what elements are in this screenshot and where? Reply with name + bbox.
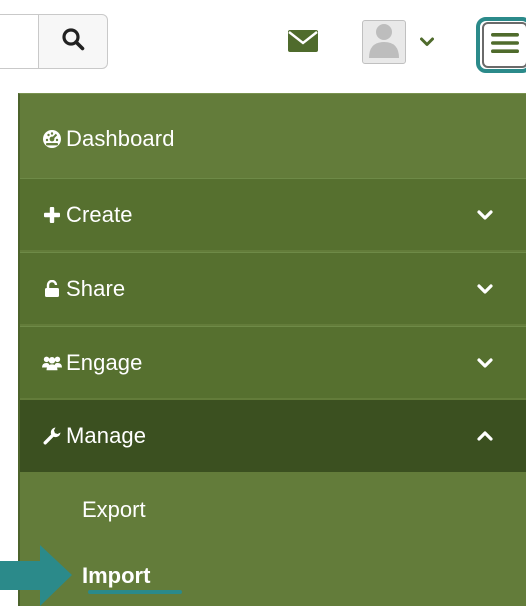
top-header — [0, 0, 526, 82]
search-input[interactable] — [0, 14, 40, 69]
search-button[interactable] — [38, 14, 108, 69]
chevron-down-icon — [475, 279, 495, 299]
wrench-icon — [42, 426, 62, 446]
menu-item-manage[interactable]: Manage — [20, 400, 526, 472]
user-silhouette-icon — [364, 21, 404, 63]
app-frame: Dashboard Create Share Engage Manage Exp… — [0, 0, 526, 606]
menu-item-dashboard[interactable]: Dashboard — [20, 100, 526, 178]
menu-toggle-button[interactable] — [476, 17, 526, 73]
arrow-pointer-icon — [0, 545, 78, 606]
import-underline-highlight — [88, 590, 182, 594]
dashboard-icon — [42, 129, 62, 149]
menu-item-label: Manage — [66, 423, 147, 448]
submenu-item-import[interactable]: Import — [20, 546, 526, 606]
submenu-item-label: Export — [82, 497, 146, 522]
chevron-up-icon — [475, 426, 495, 446]
search-icon — [61, 27, 85, 56]
menu-item-create[interactable]: Create — [20, 178, 526, 250]
hamburger-icon — [491, 31, 519, 60]
menu-item-label: Dashboard — [66, 126, 175, 151]
user-menu-button[interactable] — [362, 18, 446, 66]
plus-icon — [42, 205, 62, 225]
menu-item-label: Create — [66, 201, 133, 227]
chevron-down-icon — [475, 205, 495, 225]
chevron-down-icon — [420, 37, 434, 47]
menu-item-label: Share — [66, 275, 126, 301]
lock-icon — [42, 279, 62, 299]
avatar — [362, 20, 406, 64]
envelope-icon — [288, 29, 318, 57]
chevron-down-icon — [475, 353, 495, 373]
menu-item-engage[interactable]: Engage — [20, 326, 526, 398]
submenu-item-label: Import — [82, 563, 151, 588]
users-icon — [42, 353, 62, 373]
menu-item-share[interactable]: Share — [20, 252, 526, 324]
mail-button[interactable] — [286, 29, 320, 57]
menu-item-label: Engage — [66, 349, 143, 375]
side-menu: Dashboard Create Share Engage Manage Exp… — [18, 93, 526, 606]
submenu-item-export[interactable]: Export — [20, 480, 526, 540]
